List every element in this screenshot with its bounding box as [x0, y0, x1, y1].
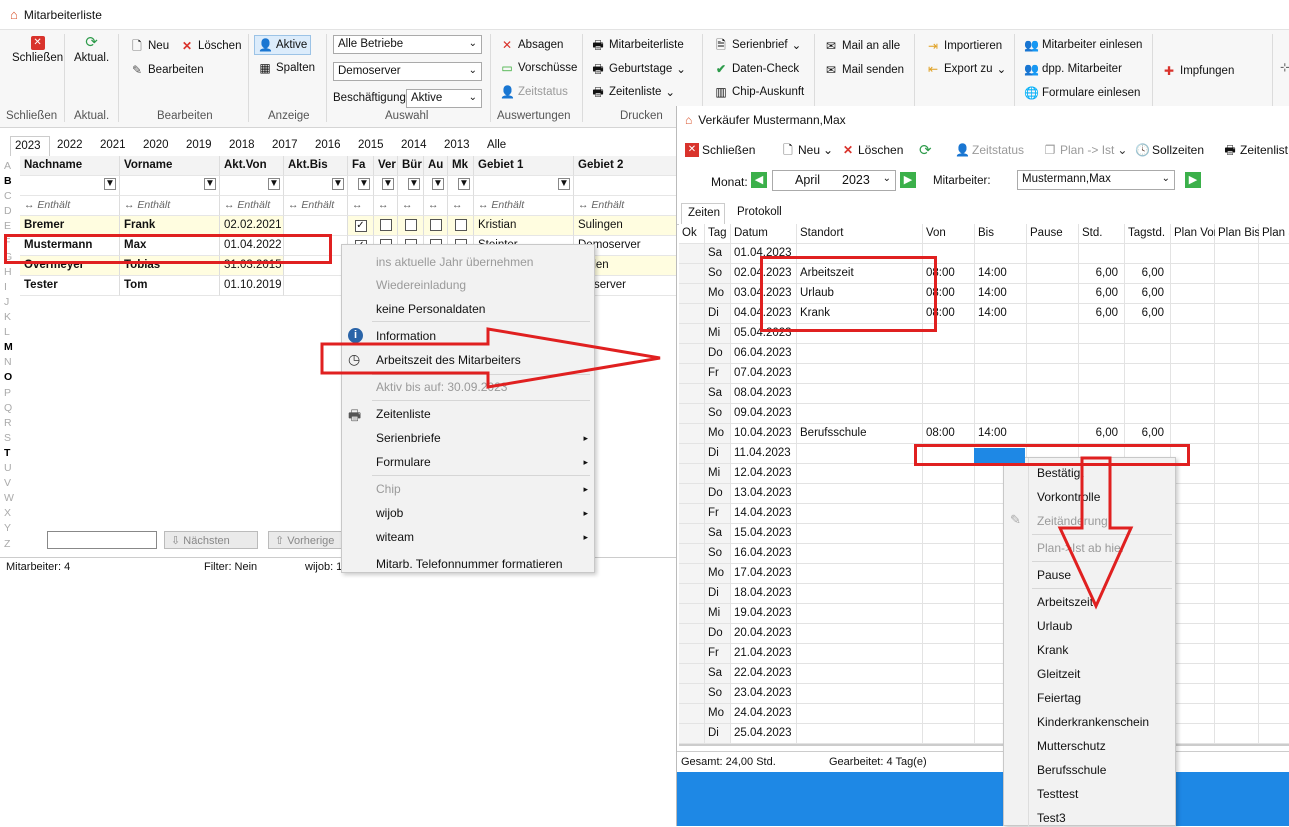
arrow-right-annotation [320, 327, 661, 389]
arrow-down-annotation [1057, 456, 1134, 610]
annotation-arrows [320, 327, 1134, 610]
